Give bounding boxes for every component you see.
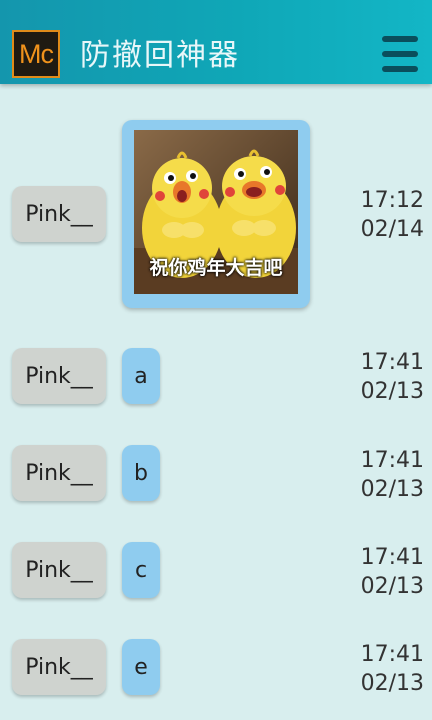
message-time: 17:12: [360, 188, 424, 213]
sender-button[interactable]: Pink__: [12, 348, 106, 404]
sticker-caption: 祝你鸡年大吉吧: [149, 257, 283, 279]
message-date: 02/13: [360, 671, 424, 696]
menu-bar: [382, 66, 418, 72]
text-message-bubble[interactable]: a: [122, 348, 160, 404]
message-time: 17:41: [360, 350, 424, 375]
message-date: 02/13: [360, 477, 424, 502]
message-timestamp: 17:41 02/13: [344, 446, 424, 504]
app-window: Mc 防撤回神器 Pink__ 祝你鸡年大吉吧 17:12 02/14 Pink…: [0, 0, 432, 720]
sender-button[interactable]: Pink__: [12, 639, 106, 695]
text-message-bubble[interactable]: b: [122, 445, 160, 501]
message-date: 02/14: [360, 217, 424, 242]
message-date: 02/13: [360, 574, 424, 599]
app-header: Mc 防撤回神器: [0, 0, 432, 84]
chick-sticker-image: 祝你鸡年大吉吧: [134, 130, 298, 294]
message-time: 17:41: [360, 642, 424, 667]
message-timestamp: 17:41 02/13: [344, 543, 424, 601]
text-message-bubble[interactable]: c: [122, 542, 160, 598]
mc-logo-icon: Mc: [12, 30, 60, 78]
message-time: 17:41: [360, 545, 424, 570]
sender-button[interactable]: Pink__: [12, 445, 106, 501]
hamburger-menu-icon[interactable]: [382, 34, 418, 74]
menu-bar: [382, 51, 418, 57]
sender-button[interactable]: Pink__: [12, 186, 106, 242]
sender-button[interactable]: Pink__: [12, 542, 106, 598]
menu-bar: [382, 36, 418, 42]
message-time: 17:41: [360, 448, 424, 473]
text-message-bubble[interactable]: e: [122, 639, 160, 695]
page-title: 防撤回神器: [80, 38, 240, 73]
message-date: 02/13: [360, 379, 424, 404]
logo-text: Mc: [19, 38, 54, 69]
image-message-bubble[interactable]: 祝你鸡年大吉吧: [122, 120, 310, 308]
message-timestamp: 17:41 02/13: [344, 348, 424, 406]
message-timestamp: 17:41 02/13: [344, 640, 424, 698]
message-timestamp: 17:12 02/14: [344, 186, 424, 244]
